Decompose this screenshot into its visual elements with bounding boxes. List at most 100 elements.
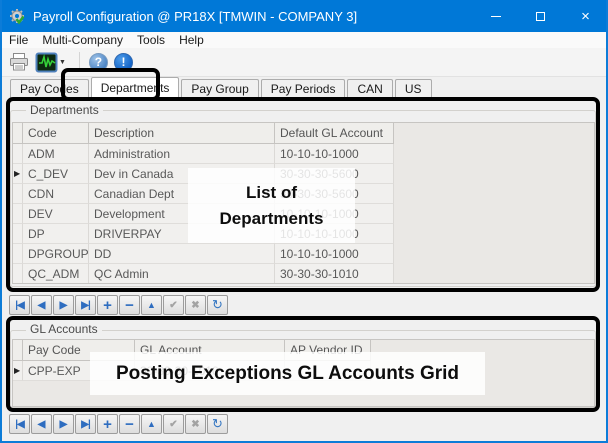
monitor-button[interactable]: ▼	[32, 49, 73, 75]
table-row[interactable]: QC_ADM QC Admin 30-30-30-1010	[13, 264, 594, 284]
gl-accounts-navigator: |◀ ◀ ▶ ▶| + − ▲ ✔ ✖ ↻	[9, 414, 228, 434]
row-filler	[394, 244, 594, 264]
table-row[interactable]: ADM Administration 10-10-10-1000	[13, 144, 594, 164]
row-indicator	[13, 244, 23, 264]
tab-pay-codes[interactable]: Pay Codes	[10, 79, 89, 98]
gl-accounts-group-label: GL Accounts	[26, 322, 102, 336]
cell-gl[interactable]: 10-10-10-1000	[275, 204, 394, 224]
nav-insert-button[interactable]: +	[97, 414, 118, 434]
close-button[interactable]: ×	[563, 0, 608, 32]
row-filler	[371, 361, 594, 381]
table-row-current[interactable]: ▶ C_DEV Dev in Canada 30-30-30-5600	[13, 164, 594, 184]
cell-code[interactable]: DPGROUP	[23, 244, 89, 264]
nav-first-button[interactable]: |◀	[9, 414, 30, 434]
menu-help[interactable]: Help	[172, 32, 211, 48]
tab-can[interactable]: CAN	[347, 79, 392, 98]
menu-file[interactable]: File	[2, 32, 35, 48]
table-row-current[interactable]: ▶ CPP-EXP 30-30-30-1010	[13, 361, 594, 381]
toolbar-separator	[79, 52, 80, 72]
nav-cancel-button[interactable]: ✖	[185, 414, 206, 434]
header-filler	[394, 123, 594, 144]
nav-delete-button[interactable]: −	[119, 414, 140, 434]
tab-us[interactable]: US	[395, 79, 432, 98]
print-icon	[9, 53, 29, 71]
cell-code[interactable]: ADM	[23, 144, 89, 164]
cell-gl[interactable]: 10-10-10-1000	[275, 244, 394, 264]
col-gl-account[interactable]: GL Account	[135, 340, 285, 361]
tab-bar: Pay Codes Departments Pay Group Pay Peri…	[10, 78, 434, 98]
col-default-gl-account[interactable]: Default GL Account	[275, 123, 394, 144]
col-description[interactable]: Description	[89, 123, 275, 144]
help-button[interactable]: ?	[89, 53, 108, 72]
cell-code[interactable]: CDN	[23, 184, 89, 204]
col-code[interactable]: Code	[23, 123, 89, 144]
table-row[interactable]: DP DRIVERPAY 10-10-10-1000	[13, 224, 594, 244]
cell-description[interactable]: Canadian Dept	[89, 184, 275, 204]
cell-description[interactable]: DRIVERPAY	[89, 224, 275, 244]
table-row[interactable]: DPGROUP DD 10-10-10-1000	[13, 244, 594, 264]
menu-tools[interactable]: Tools	[130, 32, 172, 48]
departments-grid-header: Code Description Default GL Account	[13, 123, 594, 144]
toolbar: ▼ ? !	[2, 48, 606, 77]
nav-prior-button[interactable]: ◀	[31, 414, 52, 434]
tab-departments[interactable]: Departments	[91, 77, 180, 98]
departments-navigator: |◀ ◀ ▶ ▶| + − ▲ ✔ ✖ ↻	[9, 295, 228, 315]
menu-multi-company[interactable]: Multi-Company	[35, 32, 130, 48]
cell-gl[interactable]: 30-30-30-1010	[275, 264, 394, 284]
cell-description[interactable]: Administration	[89, 144, 275, 164]
window-title: Payroll Configuration @ PR18X [TMWIN - C…	[33, 9, 357, 24]
row-indicator: ▶	[13, 361, 23, 381]
nav-post-button[interactable]: ✔	[163, 295, 184, 315]
print-button[interactable]	[6, 49, 32, 75]
cell-description[interactable]: Dev in Canada	[89, 164, 275, 184]
nav-first-button[interactable]: |◀	[9, 295, 30, 315]
cell-gl[interactable]: 10-10-10-1000	[275, 144, 394, 164]
nav-post-button[interactable]: ✔	[163, 414, 184, 434]
cell-description[interactable]: DD	[89, 244, 275, 264]
nav-insert-button[interactable]: +	[97, 295, 118, 315]
nav-next-button[interactable]: ▶	[53, 295, 74, 315]
cell-gl-account[interactable]: 30-30-30-1010	[135, 361, 285, 381]
cell-code[interactable]: QC_ADM	[23, 264, 89, 284]
cell-code[interactable]: DP	[23, 224, 89, 244]
row-indicator	[13, 204, 23, 224]
cell-code[interactable]: C_DEV	[23, 164, 89, 184]
nav-last-button[interactable]: ▶|	[75, 295, 96, 315]
nav-prior-button[interactable]: ◀	[31, 295, 52, 315]
nav-next-button[interactable]: ▶	[53, 414, 74, 434]
col-pay-code[interactable]: Pay Code	[23, 340, 135, 361]
nav-refresh-button[interactable]: ↻	[207, 414, 228, 434]
table-row[interactable]: DEV Development 10-10-10-1000	[13, 204, 594, 224]
cell-gl[interactable]: 30-30-30-5600	[275, 184, 394, 204]
cell-gl[interactable]: 10-10-10-1000	[275, 224, 394, 244]
payroll-configuration-window: Payroll Configuration @ PR18X [TMWIN - C…	[0, 0, 608, 443]
header-filler	[371, 340, 594, 361]
gl-grid-header: Pay Code GL Account AP Vendor ID	[13, 340, 594, 361]
tab-pay-group[interactable]: Pay Group	[181, 79, 258, 98]
nav-last-button[interactable]: ▶|	[75, 414, 96, 434]
maximize-button[interactable]	[518, 0, 563, 32]
about-button[interactable]: !	[114, 53, 133, 72]
cell-ap-vendor-id[interactable]	[285, 361, 371, 381]
cell-description[interactable]: Development	[89, 204, 275, 224]
nav-cancel-button[interactable]: ✖	[185, 295, 206, 315]
minimize-icon	[491, 16, 501, 17]
tab-pay-periods[interactable]: Pay Periods	[261, 79, 346, 98]
nav-edit-button[interactable]: ▲	[141, 414, 162, 434]
nav-refresh-button[interactable]: ↻	[207, 295, 228, 315]
cell-description[interactable]: QC Admin	[89, 264, 275, 284]
monitor-dropdown-icon[interactable]: ▼	[58, 59, 70, 66]
close-icon: ×	[581, 8, 590, 25]
row-indicator-header	[13, 340, 23, 361]
cell-gl[interactable]: 30-30-30-5600	[275, 164, 394, 184]
cell-pay-code[interactable]: CPP-EXP	[23, 361, 135, 381]
col-ap-vendor-id[interactable]: AP Vendor ID	[285, 340, 371, 361]
minimize-button[interactable]	[473, 0, 518, 32]
row-filler	[394, 184, 594, 204]
table-row[interactable]: CDN Canadian Dept 30-30-30-5600	[13, 184, 594, 204]
row-filler	[394, 264, 594, 284]
nav-edit-button[interactable]: ▲	[141, 295, 162, 315]
row-indicator	[13, 144, 23, 164]
cell-code[interactable]: DEV	[23, 204, 89, 224]
nav-delete-button[interactable]: −	[119, 295, 140, 315]
